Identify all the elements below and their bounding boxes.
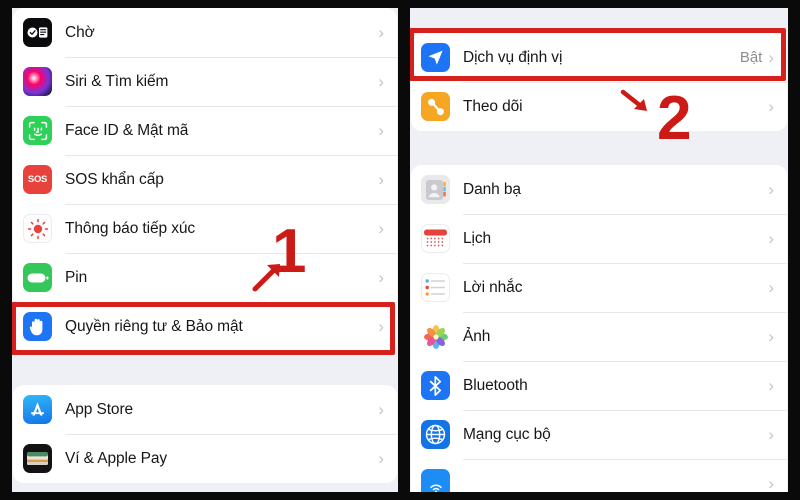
wallet-icon <box>23 444 52 473</box>
chevron-right-icon: › <box>378 170 384 189</box>
contacts-icon <box>421 175 450 204</box>
list-item-photos[interactable]: Ảnh › <box>411 312 787 361</box>
settings-list-left[interactable]: Chờ › Siri & Tìm kiếm › Face ID & Mật mã… <box>12 8 398 483</box>
sidebar-item-privacy-security[interactable]: Quyền riêng tư & Bảo mật › <box>13 302 397 351</box>
list-item-label: Theo dõi <box>463 97 523 115</box>
list-item-bluetooth[interactable]: Bluetooth › <box>411 361 787 410</box>
sidebar-item-standby[interactable]: Chờ › <box>13 8 397 57</box>
chevron-right-icon: › <box>378 23 384 42</box>
settings-group-system: Chờ › Siri & Tìm kiếm › Face ID & Mật mã… <box>13 8 397 351</box>
airdrop-icon <box>421 469 450 492</box>
list-item-label: Lời nhắc <box>463 278 523 296</box>
settings-group-store: App Store › Ví & Apple Pay › <box>13 385 397 483</box>
siri-icon <box>23 67 52 96</box>
reminders-icon <box>421 273 450 302</box>
sidebar-item-label: Face ID & Mật mã <box>65 121 189 139</box>
chevron-right-icon: › <box>378 400 384 419</box>
sos-label: SOS <box>27 174 48 185</box>
calendar-icon <box>421 224 450 253</box>
exposure-notification-icon <box>23 214 52 243</box>
sidebar-item-app-store[interactable]: App Store › <box>13 385 397 434</box>
chevron-right-icon: › <box>768 327 774 346</box>
chevron-right-icon: › <box>768 376 774 395</box>
local-network-icon <box>421 420 450 449</box>
location-services-icon <box>421 43 450 72</box>
list-item-label: Dịch vụ định vị <box>463 48 563 66</box>
privacy-group-location: Dịch vụ định vị Bật › Theo dõi › <box>411 33 787 131</box>
list-item-reminders[interactable]: Lời nhắc › <box>411 263 787 312</box>
annotation-arrow-2-icon <box>620 89 647 111</box>
sidebar-item-label: Siri & Tìm kiếm <box>65 72 169 90</box>
app-store-icon <box>23 395 52 424</box>
list-item-label: Ảnh <box>463 327 491 345</box>
settings-panel-right: Dịch vụ định vị Bật › Theo dõi › Danh bạ… <box>410 8 788 492</box>
chevron-right-icon: › <box>768 278 774 297</box>
chevron-right-icon: › <box>378 72 384 91</box>
list-item-tracking[interactable]: Theo dõi › <box>411 82 787 131</box>
chevron-right-icon: › <box>768 229 774 248</box>
bluetooth-icon <box>421 371 450 400</box>
battery-icon <box>23 263 52 292</box>
chevron-right-icon: › <box>768 180 774 199</box>
sidebar-item-siri-search[interactable]: Siri & Tìm kiếm › <box>13 57 397 106</box>
chevron-right-icon: › <box>378 121 384 140</box>
sidebar-item-wallet-apple-pay[interactable]: Ví & Apple Pay › <box>13 434 397 483</box>
list-item-label: Danh bạ <box>463 180 521 198</box>
sidebar-item-faceid-passcode[interactable]: Face ID & Mật mã › <box>13 106 397 155</box>
sidebar-item-label: Thông báo tiếp xúc <box>65 219 196 237</box>
sidebar-item-label: App Store <box>65 400 134 418</box>
faceid-icon <box>23 116 52 145</box>
privacy-group-app-permissions: Danh bạ › Lịch › Lời nhắc › Ảnh › Blueto… <box>411 165 787 492</box>
chevron-right-icon: › <box>768 474 774 492</box>
list-item-partial-cutoff[interactable]: › <box>411 459 787 492</box>
sidebar-item-label: Ví & Apple Pay <box>65 449 167 467</box>
sos-icon: SOS <box>23 165 52 194</box>
sidebar-item-label: SOS khẩn cấp <box>65 170 164 188</box>
list-item-contacts[interactable]: Danh bạ › <box>411 165 787 214</box>
list-item-label: Bluetooth <box>463 376 528 394</box>
chevron-right-icon: › <box>378 219 384 238</box>
chevron-right-icon: › <box>378 317 384 336</box>
sidebar-item-battery[interactable]: Pin › <box>13 253 397 302</box>
sidebar-item-label: Pin <box>65 268 88 286</box>
chevron-right-icon: › <box>378 268 384 287</box>
chevron-right-icon: › <box>378 449 384 468</box>
annotation-arrow-1-icon <box>252 264 280 292</box>
photos-icon <box>421 322 450 351</box>
list-item-calendar[interactable]: Lịch › <box>411 214 787 263</box>
chevron-right-icon: › <box>768 97 774 116</box>
annotation-step-2: 2 <box>657 84 692 153</box>
list-item-local-network[interactable]: Mạng cục bộ › <box>411 410 787 459</box>
list-item-location-services[interactable]: Dịch vụ định vị Bật › <box>411 33 787 82</box>
list-item-label: Mạng cục bộ <box>463 425 551 443</box>
sidebar-item-label: Chờ <box>65 23 95 41</box>
list-item-label: Lịch <box>463 229 492 247</box>
tracking-icon <box>421 92 450 121</box>
sidebar-item-emergency-sos[interactable]: SOS SOS khẩn cấp › <box>13 155 397 204</box>
chevron-right-icon: › <box>768 425 774 444</box>
standby-icon <box>23 18 52 47</box>
settings-panel-left: Chờ › Siri & Tìm kiếm › Face ID & Mật mã… <box>12 8 398 492</box>
privacy-list-right[interactable]: Dịch vụ định vị Bật › Theo dõi › Danh bạ… <box>410 33 788 492</box>
privacy-hand-icon <box>23 312 52 341</box>
sidebar-item-label: Quyền riêng tư & Bảo mật <box>65 317 243 335</box>
sidebar-item-exposure-notifications[interactable]: Thông báo tiếp xúc › <box>13 204 397 253</box>
status-value: Bật <box>739 49 763 66</box>
screenshot-stage: Chờ › Siri & Tìm kiếm › Face ID & Mật mã… <box>0 0 800 500</box>
chevron-right-icon: › <box>768 48 774 67</box>
